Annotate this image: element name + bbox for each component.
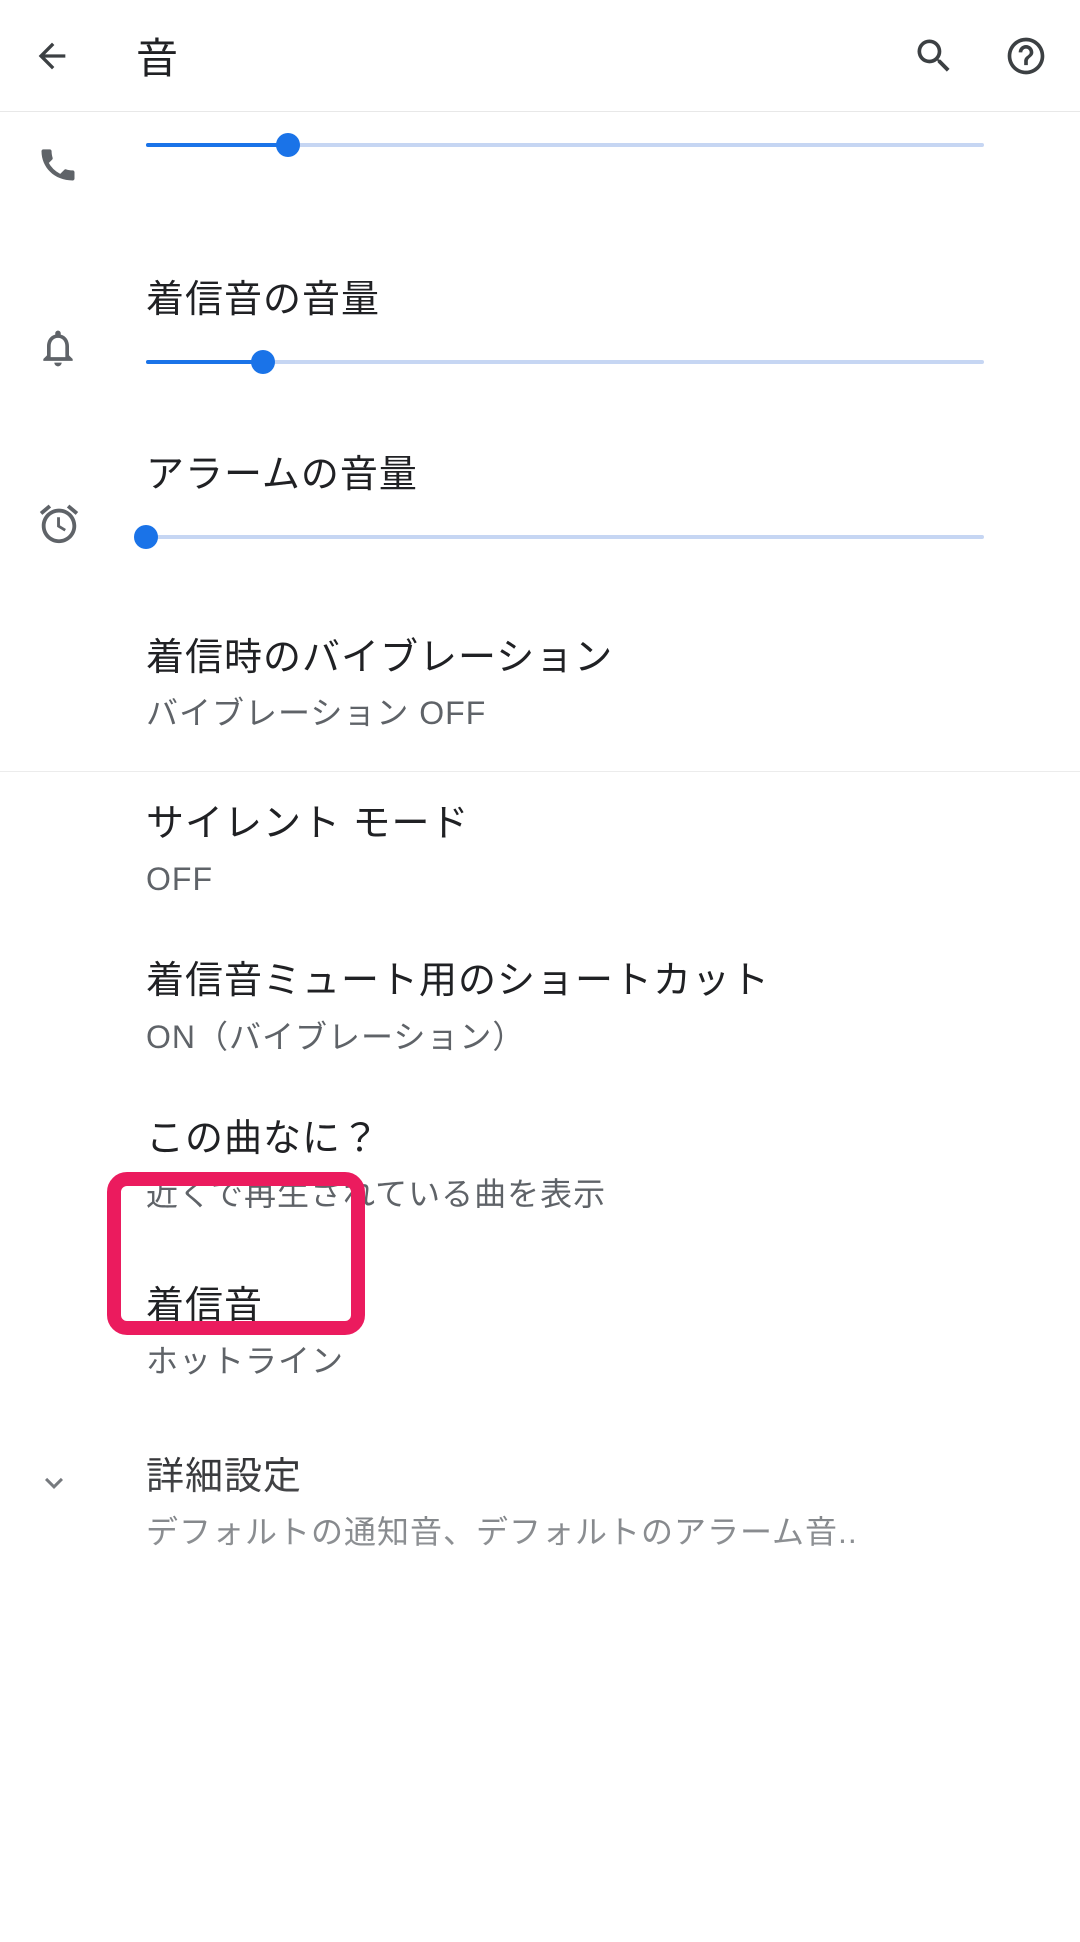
back-button[interactable] [28,32,76,80]
slider-thumb[interactable] [134,525,158,549]
setting-sub: ホットライン [146,1337,1044,1385]
mute-shortcut-row[interactable]: 着信音ミュート用のショートカット ON（バイブレーション） [0,929,1080,1086]
setting-title: 着信音ミュート用のショートカット [146,955,1044,1008]
search-icon [912,34,956,78]
setting-sub: OFF [146,855,1044,903]
alarm-icon [36,501,82,547]
settings-content: 着信音の音量 アラームの音量 着信時 [0,112,1080,1586]
arrow-left-icon [32,36,72,76]
setting-sub: バイブレーション OFF [146,689,1044,737]
page-title: 音 [136,25,868,86]
ringtone-row[interactable]: 着信音 ホットライン [0,1244,1080,1421]
call-volume-slider[interactable] [146,134,984,156]
alarm-volume-label: アラームの音量 [146,443,984,498]
setting-title: サイレント モード [146,798,1044,851]
silent-mode-row[interactable]: サイレント モード OFF [0,772,1080,929]
alarm-volume-row: アラームの音量 [0,421,1080,596]
vibrate-row[interactable]: 着信時のバイブレーション バイブレーション OFF [0,596,1080,771]
slider-track [146,535,984,539]
phone-icon [36,142,80,186]
ring-volume-slider[interactable] [146,351,984,373]
setting-sub: ON（バイブレーション） [146,1013,1044,1061]
search-button[interactable] [908,30,960,82]
ring-volume-label: 着信音の音量 [146,268,984,323]
advanced-row[interactable]: 詳細設定 デフォルトの通知音、デフォルトのアラーム音.. [0,1421,1080,1586]
setting-title: 着信時のバイブレーション [146,632,1044,685]
call-volume-row [0,120,1080,246]
slider-thumb[interactable] [276,133,300,157]
setting-sub: デフォルトの通知音、デフォルトのアラーム音.. [146,1508,1044,1556]
help-icon [1004,34,1048,78]
chevron-down-icon [36,1465,72,1501]
slider-track [146,143,984,147]
setting-sub: 近くで再生されている曲を表示 [146,1170,1044,1218]
setting-title: 詳細設定 [146,1451,1044,1504]
app-header: 音 [0,0,1080,112]
header-actions [908,30,1052,82]
setting-title: この曲なに？ [146,1113,1044,1166]
now-playing-row[interactable]: この曲なに？ 近くで再生されている曲を表示 [0,1087,1080,1244]
alarm-volume-slider[interactable] [146,526,984,548]
ring-volume-row: 着信音の音量 [0,246,1080,421]
setting-title: 着信音 [146,1280,1044,1333]
slider-thumb[interactable] [251,350,275,374]
help-button[interactable] [1000,30,1052,82]
bell-icon [36,326,80,370]
